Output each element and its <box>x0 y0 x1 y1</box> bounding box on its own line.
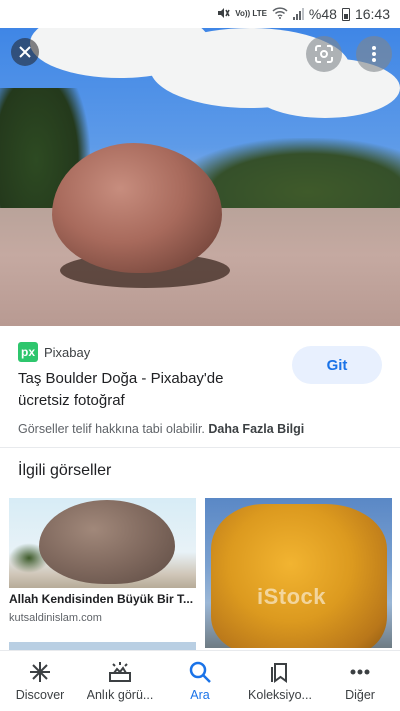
nav-label: Ara <box>190 688 210 702</box>
search-icon <box>189 660 211 684</box>
nav-label: Diğer <box>345 688 375 702</box>
nav-search[interactable]: Ara <box>160 660 240 702</box>
nav-label: Anlık görü... <box>86 688 154 702</box>
visit-button[interactable]: Git <box>292 346 382 384</box>
related-image-2[interactable]: iStock <box>205 498 392 648</box>
divider <box>0 447 400 448</box>
copyright-text: Görseller telif hakkına tabi olabilir. <box>18 422 205 436</box>
updates-icon <box>108 660 132 684</box>
clock: 16:43 <box>354 6 390 22</box>
related-title: Allah Kendisinden Büyük Bir T... <box>9 592 194 606</box>
status-bar: Vo)) LTE %48 16:43 <box>0 0 400 28</box>
battery-percent: %48 <box>308 6 337 22</box>
related-image-1[interactable] <box>9 498 196 588</box>
related-image-3[interactable] <box>9 642 196 650</box>
battery-icon <box>341 7 350 21</box>
nav-label: Discover <box>15 688 65 702</box>
nav-updates[interactable]: Anlık görü... <box>80 660 160 702</box>
mute-icon <box>216 6 230 23</box>
wifi-icon <box>272 6 288 22</box>
boulder <box>211 504 387 648</box>
bottom-nav: Discover Anlık görü... Ara Koleksiyo... … <box>0 650 400 711</box>
related-site: kutsaldinislam.com <box>9 612 102 624</box>
signal-icon <box>292 8 304 20</box>
boulder <box>39 500 175 584</box>
asterisk-icon <box>29 660 51 684</box>
source-row[interactable]: px Pixabay <box>18 342 90 362</box>
more-horiz-icon <box>350 660 370 684</box>
more-info-link[interactable]: Daha Fazla Bilgi <box>208 422 304 436</box>
related-heading: İlgili görseller <box>18 462 112 479</box>
result-info: px Pixabay Taş Boulder Doğa - Pixabay'de… <box>0 326 400 446</box>
close-icon[interactable] <box>11 38 39 66</box>
source-name: Pixabay <box>44 344 91 360</box>
nav-more[interactable]: Diğer <box>320 660 400 702</box>
more-vert-icon[interactable] <box>356 36 392 72</box>
collections-icon <box>270 660 290 684</box>
copyright-notice: Görseller telif hakkına tabi olabilir. D… <box>18 422 304 436</box>
result-title[interactable]: Taş Boulder Doğa - Pixabay'de ücretsiz f… <box>18 368 278 412</box>
related-caption-1[interactable]: Allah Kendisinden Büyük Bir T... kutsald… <box>9 592 196 624</box>
nav-discover[interactable]: Discover <box>0 660 80 702</box>
status-icons: Vo)) LTE %48 16:43 <box>216 6 390 23</box>
volte-indicator: Vo)) LTE <box>235 9 267 18</box>
main-image[interactable] <box>0 28 400 326</box>
lens-icon[interactable] <box>306 36 342 72</box>
istock-watermark: iStock <box>257 584 327 609</box>
pixabay-logo-icon: px <box>18 342 38 362</box>
nav-collections[interactable]: Koleksiyo... <box>240 660 320 702</box>
nav-label: Koleksiyo... <box>248 688 312 702</box>
